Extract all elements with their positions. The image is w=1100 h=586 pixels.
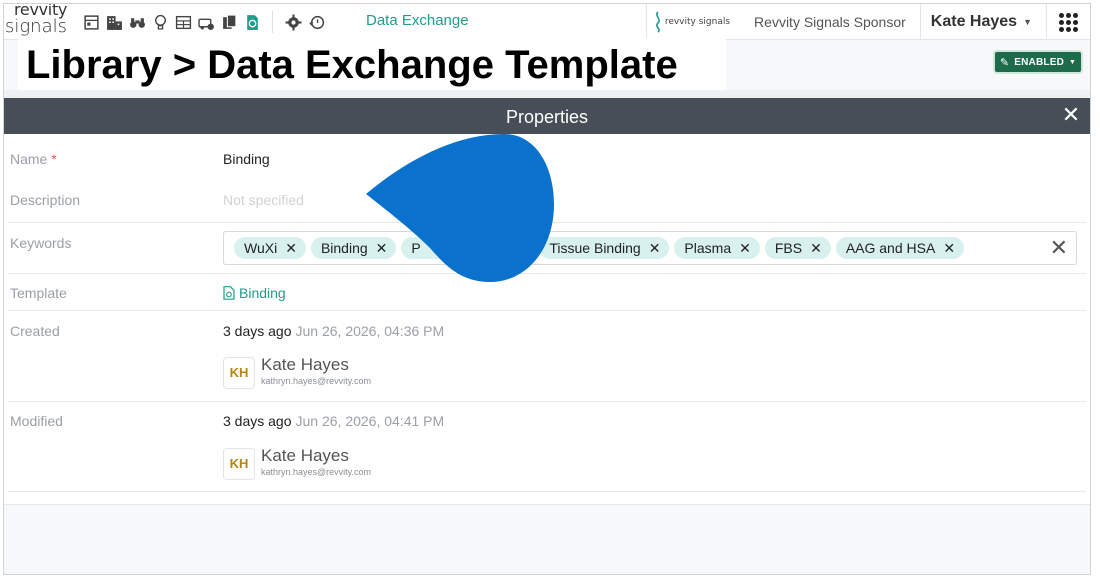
sponsor-label[interactable]: Revvity Signals Sponsor xyxy=(744,4,920,40)
user-email: kathryn.hayes@revvity.com xyxy=(261,467,372,477)
remove-chip-icon[interactable]: ✕ xyxy=(739,240,751,257)
keyword-chips: WuXi ✕ Binding ✕ P Tissue Binding ✕ Plasma ✕… xyxy=(234,237,965,259)
keyword-chip-label: Tissue Binding xyxy=(549,240,641,256)
recent-activity-icon[interactable] xyxy=(307,13,325,31)
user-name: Kate Hayes xyxy=(261,446,349,465)
keyword-chip-label: AAG and HSA xyxy=(845,240,936,256)
name-label: Name * xyxy=(10,151,57,167)
created-by-user[interactable]: KH Kate Hayes kathryn.hayes@revvity.com xyxy=(223,355,423,391)
page-title-box: Library > Data Exchange Template xyxy=(18,38,726,90)
app-switcher-icons xyxy=(82,11,325,33)
keyword-chip-label: FBS xyxy=(774,240,803,256)
user-email: kathryn.hayes@revvity.com xyxy=(261,376,372,386)
keyword-chip-label: WuXi xyxy=(244,240,278,256)
name-value[interactable]: Binding xyxy=(223,151,270,167)
user-menu-name: Kate Hayes xyxy=(930,13,1018,30)
properties-header: Properties ✕ xyxy=(4,98,1090,134)
properties-title: Properties xyxy=(505,107,589,127)
user-name: Kate Hayes xyxy=(261,355,349,374)
modified-absolute: Jun 26, 2026, 04:41 PM xyxy=(295,413,445,429)
divider xyxy=(8,491,1086,492)
cursor-pointer-marker xyxy=(366,134,554,282)
lightbulb-icon[interactable] xyxy=(151,13,169,31)
clear-keywords-icon[interactable]: ✕ xyxy=(1050,235,1068,261)
modified-by-user[interactable]: KH Kate Hayes kathryn.hayes@revvity.com xyxy=(223,446,423,482)
modified-label: Modified xyxy=(10,413,63,429)
page-title: Library > Data Exchange Template xyxy=(26,43,678,87)
keyword-chip: FBS ✕ xyxy=(764,237,831,259)
gear-icon[interactable] xyxy=(284,13,302,31)
keyword-chip-label: Binding xyxy=(320,240,368,256)
created-date: 3 days ago Jun 26, 2026, 04:36 PM xyxy=(223,323,444,339)
divider xyxy=(8,310,1086,311)
keywords-input[interactable]: WuXi ✕ Binding ✕ P Tissue Binding ✕ Plasma ✕… xyxy=(223,231,1077,265)
table-icon[interactable] xyxy=(174,13,192,31)
divider xyxy=(8,401,1086,402)
description-value[interactable]: Not specified xyxy=(223,192,304,208)
template-label: Template xyxy=(10,285,67,301)
document-refresh-icon[interactable] xyxy=(243,13,261,31)
current-app-name[interactable]: Data Exchange xyxy=(366,12,469,29)
document-refresh-icon xyxy=(223,286,235,300)
apps-grid-button[interactable] xyxy=(1046,4,1090,40)
top-navigation-bar: revvity signals Data Exchange revvity si… xyxy=(4,4,1090,40)
toolbar-divider xyxy=(272,11,273,33)
remove-chip-icon[interactable]: ✕ xyxy=(649,240,661,257)
chevron-down-icon: ▼ xyxy=(1069,58,1077,66)
keywords-label: Keywords xyxy=(10,235,72,251)
pencil-icon: ✎ xyxy=(999,56,1010,69)
close-icon[interactable]: ✕ xyxy=(1058,102,1084,128)
avatar: KH xyxy=(223,448,255,480)
template-link-label: Binding xyxy=(239,285,286,301)
template-link[interactable]: Binding xyxy=(223,285,286,301)
partner-logo: revvity signals xyxy=(645,4,744,40)
building-icon[interactable] xyxy=(105,13,123,31)
enabled-status-button[interactable]: ✎ ENABLED ▼ xyxy=(993,50,1083,74)
created-absolute: Jun 26, 2026, 04:36 PM xyxy=(295,323,445,339)
created-label: Created xyxy=(10,323,60,339)
separator-band xyxy=(4,90,1090,98)
keyword-chip: WuXi ✕ xyxy=(234,237,306,259)
app-window: revvity signals Data Exchange revvity si… xyxy=(3,3,1091,575)
clipboard-icon[interactable] xyxy=(220,13,238,31)
logo-text-bottom: signals xyxy=(5,16,67,37)
revvity-signals-logo[interactable]: revvity signals xyxy=(4,4,76,40)
chevron-down-icon: ▼ xyxy=(1023,17,1032,27)
user-menu[interactable]: Kate Hayes ▼ xyxy=(919,4,1046,40)
header-right-area: revvity signals Revvity Signals Sponsor … xyxy=(645,4,1090,40)
vehicle-settings-icon[interactable] xyxy=(197,13,215,31)
keyword-chip-label: Plasma xyxy=(684,240,732,256)
modified-date: 3 days ago Jun 26, 2026, 04:41 PM xyxy=(223,413,444,429)
modified-relative: 3 days ago xyxy=(223,413,292,429)
description-label: Description xyxy=(10,192,81,208)
enabled-status-label: ENABLED xyxy=(1014,56,1065,68)
partner-logo-text: revvity signals xyxy=(664,16,731,27)
notebook-icon[interactable] xyxy=(82,13,100,31)
revvity-mark-icon xyxy=(655,11,660,33)
binoculars-icon[interactable] xyxy=(128,13,146,31)
avatar: KH xyxy=(223,357,255,389)
keyword-chip: Plasma ✕ xyxy=(674,237,760,259)
panel-footer xyxy=(4,504,1090,574)
keyword-chip: Tissue Binding ✕ xyxy=(539,237,670,259)
created-relative: 3 days ago xyxy=(223,323,292,339)
remove-chip-icon[interactable]: ✕ xyxy=(943,240,955,257)
required-marker: * xyxy=(51,151,57,167)
keyword-chip: AAG and HSA ✕ xyxy=(835,237,965,259)
remove-chip-icon[interactable]: ✕ xyxy=(810,240,822,257)
apps-grid-icon xyxy=(1059,12,1078,32)
remove-chip-icon[interactable]: ✕ xyxy=(285,240,297,257)
